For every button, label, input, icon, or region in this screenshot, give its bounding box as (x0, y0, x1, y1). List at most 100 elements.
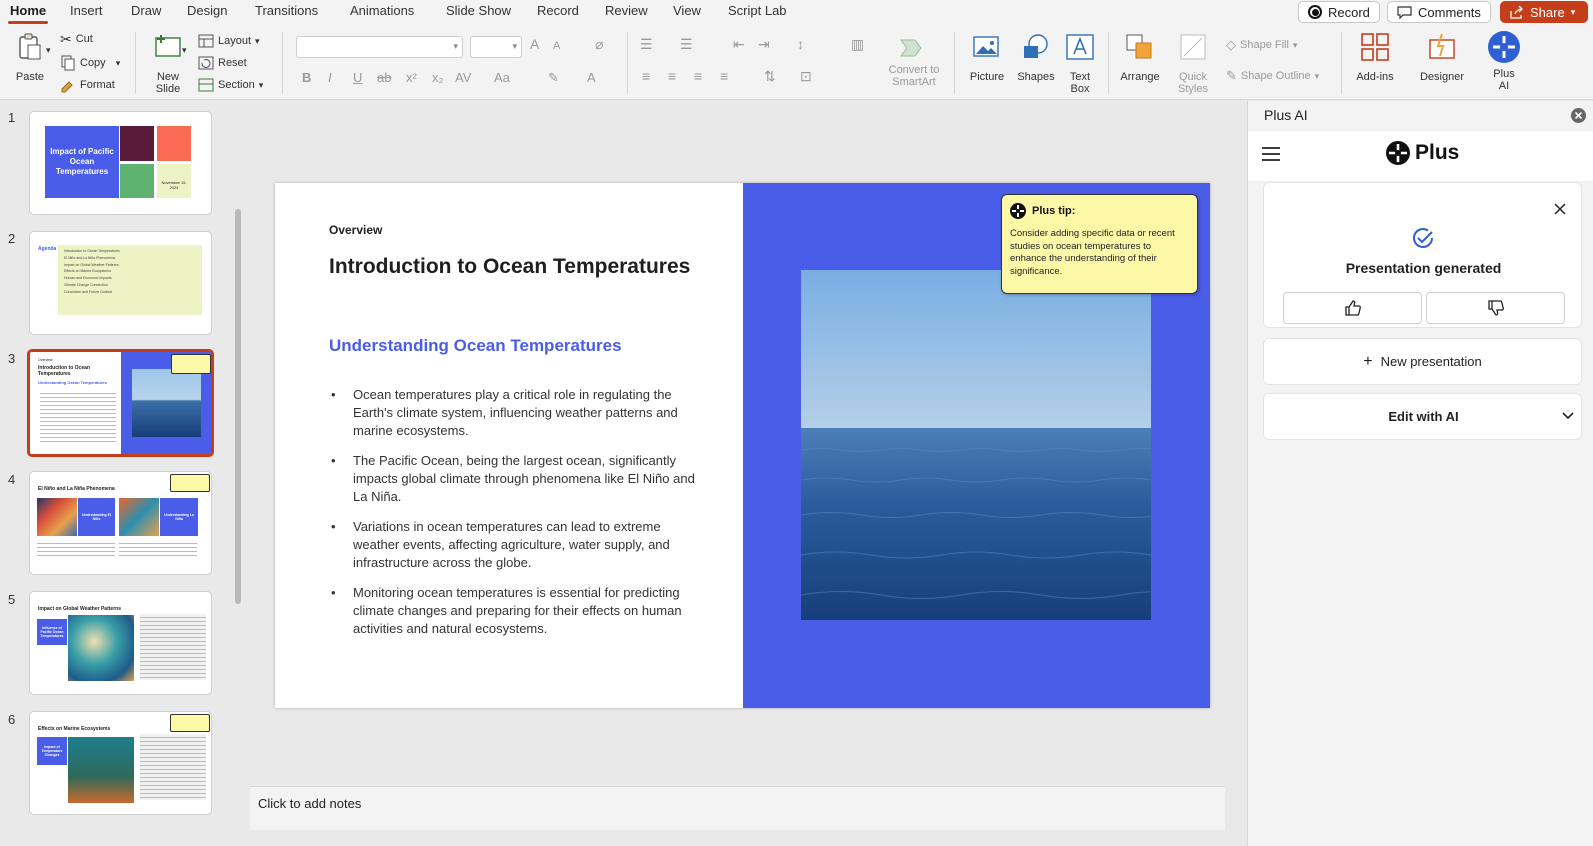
font-name-combo[interactable]: ▾ (296, 36, 463, 58)
record-button[interactable]: Record (1298, 1, 1380, 23)
layout-icon (198, 34, 214, 48)
align-center-icon[interactable]: ≡ (668, 69, 676, 83)
slide-thumbnail-1[interactable]: Impact of Pacific Ocean Temperatures Nov… (29, 111, 212, 215)
generated-card: Presentation generated (1263, 182, 1582, 328)
text-box-button[interactable]: Text Box (1061, 32, 1099, 95)
columns-icon[interactable]: ▥ (851, 37, 864, 51)
superscript-button[interactable]: x² (406, 70, 417, 85)
font-size-combo[interactable]: ▾ (470, 36, 522, 58)
bullet-item[interactable]: Variations in ocean temperatures can lea… (329, 518, 704, 572)
decrease-indent-icon[interactable]: ⇤ (733, 37, 745, 51)
character-spacing-button[interactable]: AV (455, 70, 471, 85)
section-button[interactable]: Section ▾ (198, 77, 263, 93)
current-slide[interactable]: Overview Introduction to Ocean Temperatu… (275, 183, 1210, 708)
edit-with-ai-button[interactable]: Edit with AI (1263, 393, 1582, 440)
align-right-icon[interactable]: ≡ (694, 69, 702, 83)
thumb-agenda-item: Effects on Marine Ecosystems (64, 269, 112, 274)
italic-button[interactable]: I (328, 70, 332, 85)
tab-slide-show[interactable]: Slide Show (444, 2, 513, 20)
align-text-icon[interactable]: ⊡ (800, 69, 812, 83)
slide-eyebrow[interactable]: Overview (329, 223, 382, 237)
decrease-font-size-button[interactable]: A (553, 40, 560, 52)
designer-button[interactable]: Designer (1414, 32, 1470, 83)
underline-button[interactable]: U (353, 70, 362, 85)
slide-subtitle[interactable]: Understanding Ocean Temperatures (329, 336, 622, 356)
thumbs-down-button[interactable] (1426, 292, 1565, 324)
notes-pane[interactable]: Click to add notes (250, 786, 1225, 830)
chevron-down-icon[interactable]: ▾ (46, 44, 51, 56)
thumbnail-scrollbar[interactable] (235, 209, 241, 604)
shapes-button[interactable]: Shapes (1014, 32, 1058, 83)
share-button[interactable]: Share ▾ (1500, 1, 1588, 23)
picture-button[interactable]: Picture (962, 32, 1012, 83)
slide-bullet-list[interactable]: Ocean temperatures play a critical role … (329, 386, 704, 650)
highlight-icon[interactable]: ✎ (548, 70, 559, 86)
tab-home[interactable]: Home (8, 2, 49, 24)
shape-outline-button[interactable]: ✎ Shape Outline ▾ (1226, 69, 1319, 82)
increase-indent-icon[interactable]: ⇥ (758, 37, 770, 51)
close-icon[interactable] (1554, 203, 1566, 215)
close-icon[interactable] (1571, 108, 1586, 123)
slide-thumbnail-4[interactable]: El Niño and La Niña Phenomena Understand… (29, 471, 212, 575)
increase-font-size-button[interactable]: A (530, 37, 539, 51)
chevron-down-icon[interactable]: ▾ (182, 44, 187, 56)
slide-thumbnail-6[interactable]: Effects on Marine Ecosystems Impact of T… (29, 711, 212, 815)
slide-blue-panel[interactable]: Plus tip: Consider adding specific data … (743, 183, 1210, 708)
slide-title[interactable]: Introduction to Ocean Temperatures (329, 255, 690, 279)
change-case-button[interactable]: Aa (494, 70, 510, 85)
bullet-item[interactable]: The Pacific Ocean, being the largest oce… (329, 452, 704, 506)
strikethrough-button[interactable]: ab (377, 70, 391, 85)
ribbon: Paste ▾ ✂ Cut Copy ▾ Format New Slide ▾ … (0, 24, 1593, 100)
bullet-item[interactable]: Monitoring ocean temperatures is essenti… (329, 584, 704, 638)
bullets-icon[interactable]: ☰ (640, 37, 653, 51)
slide-thumbnail-2[interactable]: Agenda Introduction to Ocean Temperature… (29, 231, 212, 335)
clear-formatting-icon[interactable]: ⌀ (595, 37, 603, 51)
plus-ai-button[interactable]: Plus AI (1485, 30, 1523, 92)
subscript-button[interactable]: x₂ (432, 70, 444, 85)
cut-button[interactable]: ✂ Cut (60, 32, 93, 46)
ocean-photo[interactable] (801, 270, 1151, 620)
convert-to-smartart-button[interactable]: Convert to SmartArt (884, 36, 944, 88)
quick-styles-button[interactable]: Quick Styles (1170, 32, 1216, 95)
tab-record[interactable]: Record (535, 2, 581, 20)
reset-button[interactable]: Reset (198, 55, 247, 71)
tab-script-lab[interactable]: Script Lab (726, 2, 789, 20)
tab-animations[interactable]: Animations (348, 2, 416, 20)
font-color-button[interactable]: A (587, 70, 596, 85)
tab-design[interactable]: Design (185, 2, 229, 20)
paste-label: Paste (15, 71, 45, 83)
tab-transitions[interactable]: Transitions (253, 2, 320, 20)
paste-button[interactable]: Paste (10, 32, 50, 83)
thumb-agenda-item: Human and Economic Impacts (64, 276, 112, 281)
layout-button[interactable]: Layout ▾ (198, 33, 260, 49)
format-label: Format (80, 79, 115, 91)
arrange-button[interactable]: Arrange (1116, 32, 1164, 83)
notes-placeholder[interactable]: Click to add notes (258, 796, 361, 811)
align-left-icon[interactable]: ≡ (642, 69, 650, 83)
plus-tip-callout[interactable]: Plus tip: Consider adding specific data … (1001, 194, 1198, 294)
slide-thumbnail-5[interactable]: Impact on Global Weather Patterns Influe… (29, 591, 212, 695)
hamburger-menu-icon[interactable] (1262, 147, 1280, 161)
text-direction-icon[interactable]: ⇅ (764, 69, 776, 83)
thumbs-up-icon (1344, 300, 1361, 316)
numbering-icon[interactable]: ☰ (680, 37, 693, 51)
layout-label: Layout (218, 35, 252, 47)
copy-button[interactable]: Copy ▾ (60, 55, 120, 71)
bullet-item[interactable]: Ocean temperatures play a critical role … (329, 386, 704, 440)
new-slide-button[interactable]: New Slide (147, 32, 189, 95)
tab-review[interactable]: Review (603, 2, 650, 20)
thumbs-up-button[interactable] (1283, 292, 1422, 324)
tab-draw[interactable]: Draw (129, 2, 163, 20)
bold-button[interactable]: B (302, 70, 311, 85)
add-ins-button[interactable]: Add-ins (1350, 32, 1400, 83)
tab-insert[interactable]: Insert (68, 2, 105, 20)
comments-button[interactable]: Comments (1387, 1, 1491, 23)
slide-number: 3 (8, 351, 16, 366)
tab-view[interactable]: View (671, 2, 703, 20)
new-presentation-button[interactable]: + New presentation (1263, 338, 1582, 385)
slide-thumbnail-3[interactable]: Overview Introduction to Ocean Temperatu… (27, 349, 214, 457)
format-painter-button[interactable]: Format (60, 77, 115, 93)
justify-icon[interactable]: ≡ (720, 69, 728, 83)
shape-fill-button[interactable]: ◇ Shape Fill ▾ (1226, 38, 1297, 51)
line-spacing-icon[interactable]: ↕ (797, 37, 804, 51)
